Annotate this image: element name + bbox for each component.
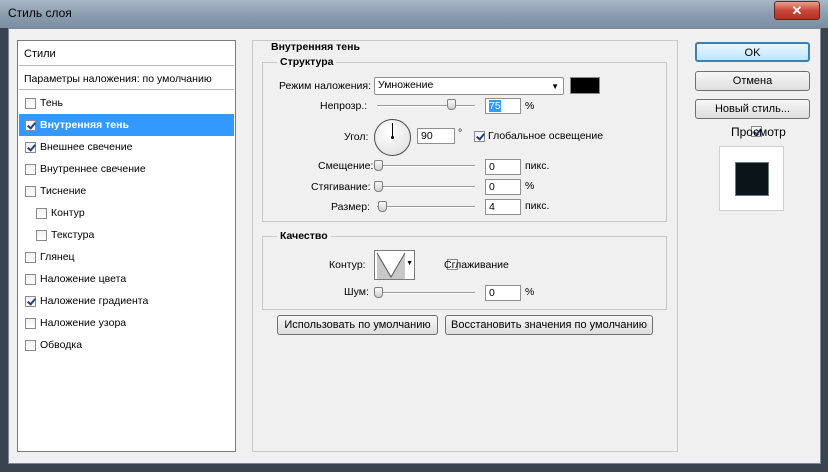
noise-unit: % — [525, 286, 535, 298]
style-item-label: Контур — [51, 207, 85, 219]
contour-curve-icon — [376, 252, 406, 279]
angle-unit: ° — [458, 127, 463, 139]
style-checkbox[interactable] — [25, 97, 36, 109]
style-item[interactable]: Наложение узора — [19, 312, 234, 334]
opacity-slider-track[interactable] — [377, 105, 475, 107]
noise-slider-thumb[interactable] — [374, 287, 383, 298]
style-item-label: Наложение цвета — [40, 273, 127, 285]
style-checkbox[interactable] — [25, 317, 36, 329]
styles-list: Стили Параметры наложения: по умолчанию … — [17, 40, 236, 452]
quality-group — [262, 236, 667, 310]
size-slider-thumb[interactable] — [378, 201, 387, 212]
style-checkbox[interactable] — [25, 119, 36, 131]
opacity-slider-thumb[interactable] — [446, 99, 456, 110]
distance-slider-track[interactable] — [377, 165, 475, 167]
style-checkbox[interactable] — [25, 251, 36, 263]
distance-field[interactable]: 0 — [485, 159, 521, 175]
style-item[interactable]: Текстура — [19, 224, 234, 246]
distance-unit: пикс. — [525, 160, 550, 172]
global-light-label: Глобальное освещение — [488, 130, 604, 142]
style-item[interactable]: Обводка — [19, 334, 234, 356]
style-item-label: Тиснение — [40, 185, 87, 197]
choke-unit: % — [525, 180, 535, 192]
noise-slider-track[interactable] — [377, 292, 475, 294]
style-item[interactable]: Наложение градиента — [19, 290, 234, 312]
style-item-label: Внешнее свечение — [40, 141, 133, 153]
quality-title: Качество — [277, 230, 331, 242]
ok-button[interactable]: OK — [695, 42, 810, 62]
styles-header[interactable]: Стили — [19, 42, 234, 66]
distance-slider-thumb[interactable] — [374, 160, 383, 171]
panel-title: Внутренняя тень — [268, 41, 363, 53]
style-checkbox[interactable] — [25, 295, 36, 307]
preview-label: Просмотр — [731, 125, 786, 139]
style-checkbox[interactable] — [25, 141, 36, 153]
opacity-value: 75 — [489, 100, 501, 112]
chevron-down-icon: ▼ — [551, 82, 559, 91]
style-item[interactable]: Внутренняя тень — [19, 114, 234, 136]
angle-field[interactable]: 90 — [417, 128, 455, 144]
preview-thumbnail — [719, 146, 784, 211]
choke-slider-thumb[interactable] — [374, 181, 383, 192]
blend-mode-value: Умножение — [378, 79, 434, 91]
style-checkbox[interactable] — [25, 339, 36, 351]
style-checkbox[interactable] — [36, 229, 47, 241]
angle-dial[interactable] — [374, 119, 411, 156]
style-item-label: Глянец — [40, 251, 75, 263]
blending-options-item[interactable]: Параметры наложения: по умолчанию — [19, 68, 234, 90]
style-item-label: Текстура — [51, 229, 95, 241]
style-item[interactable]: Наложение цвета — [19, 268, 234, 290]
style-item[interactable]: Внешнее свечение — [19, 136, 234, 158]
close-button[interactable]: ✕ — [774, 1, 820, 20]
reset-default-button[interactable]: Восстановить значения по умолчанию — [445, 315, 653, 335]
antialias-label: Сглаживание — [444, 259, 509, 271]
style-item-label: Внутренняя тень — [40, 119, 129, 131]
opacity-label: Непрозр.: — [320, 100, 368, 112]
structure-title: Структура — [277, 56, 337, 68]
noise-label: Шум: — [344, 286, 369, 298]
opacity-unit: % — [525, 100, 535, 112]
style-checkbox[interactable] — [25, 185, 36, 197]
window-title: Стиль слоя — [8, 6, 72, 20]
cancel-button[interactable]: Отмена — [695, 71, 810, 91]
size-slider-track[interactable] — [377, 206, 475, 208]
style-item[interactable]: Тиснение — [19, 180, 234, 202]
new-style-button[interactable]: Новый стиль... — [695, 99, 810, 119]
global-light-checkbox[interactable] — [474, 131, 485, 142]
style-item[interactable]: Контур — [19, 202, 234, 224]
style-item[interactable]: Глянец — [19, 246, 234, 268]
style-item-label: Наложение градиента — [40, 295, 149, 307]
style-item-label: Тень — [40, 97, 63, 109]
angle-label: Угол: — [344, 131, 369, 143]
style-item[interactable]: Внутреннее свечение — [19, 158, 234, 180]
size-label: Размер: — [331, 201, 371, 213]
shadow-color-swatch[interactable] — [570, 77, 600, 94]
title-bar: Стиль слоя ✕ — [0, 0, 828, 28]
style-checkbox[interactable] — [25, 273, 36, 285]
contour-picker[interactable]: ▼ — [374, 250, 415, 280]
blend-mode-label: Режим наложения: — [279, 80, 372, 92]
preview-swatch — [736, 163, 768, 195]
style-checkbox[interactable] — [25, 163, 36, 175]
size-unit: пикс. — [525, 200, 550, 212]
opacity-field[interactable]: 75 — [485, 98, 521, 114]
style-item-label: Обводка — [40, 339, 83, 351]
contour-label: Контур: — [329, 259, 366, 271]
style-item-label: Внутреннее свечение — [40, 163, 146, 175]
choke-label: Стягивание: — [311, 181, 371, 193]
make-default-button[interactable]: Использовать по умолчанию — [277, 315, 438, 335]
choke-slider-track[interactable] — [377, 186, 475, 188]
noise-field[interactable]: 0 — [485, 285, 521, 301]
chevron-down-icon: ▼ — [406, 260, 413, 267]
size-field[interactable]: 4 — [485, 199, 521, 215]
style-item[interactable]: Тень — [19, 92, 234, 114]
distance-label: Смещение: — [318, 160, 374, 172]
style-item-label: Наложение узора — [40, 317, 127, 329]
choke-field[interactable]: 0 — [485, 179, 521, 195]
blend-mode-select[interactable]: Умножение ▼ — [374, 77, 564, 95]
style-checkbox[interactable] — [36, 207, 47, 219]
